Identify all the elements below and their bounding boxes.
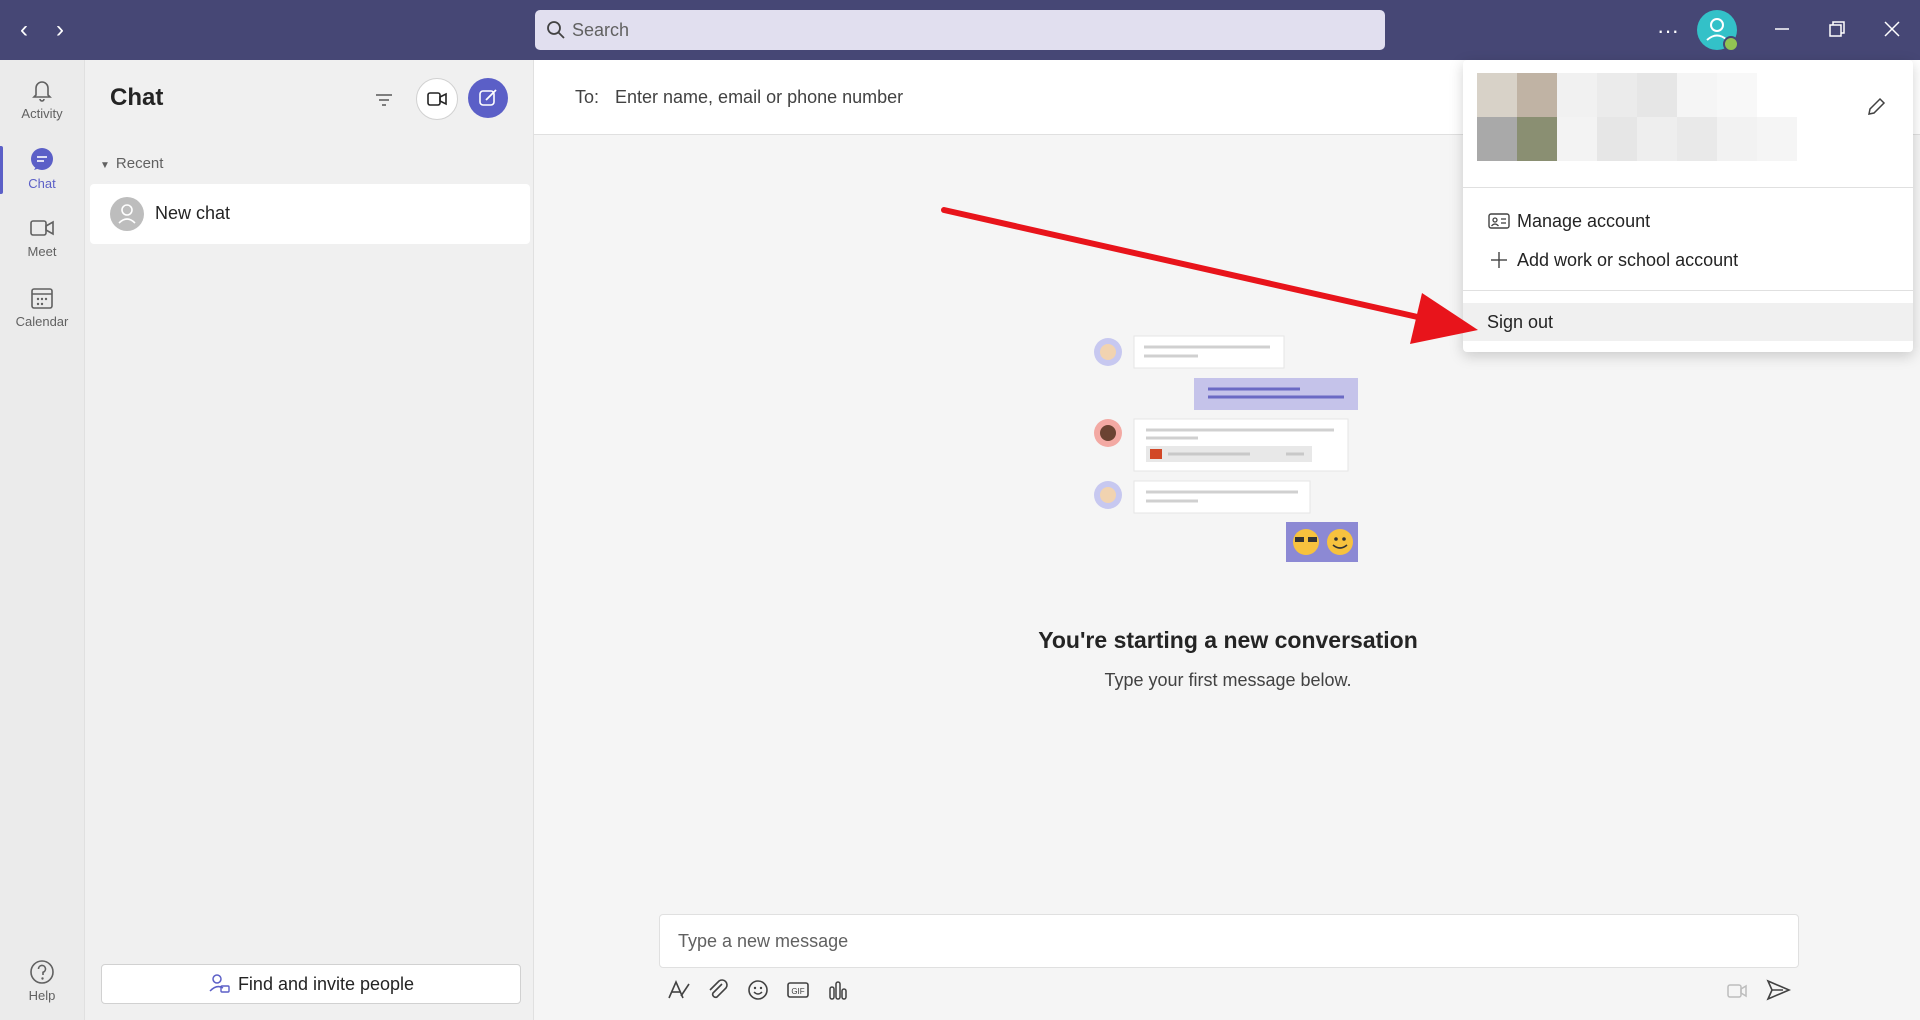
recent-section-label: Recent [115,155,164,172]
recipient-input[interactable]: Enter name, email or phone number [615,87,903,108]
calendar-icon [31,288,53,309]
chevron-down-icon: ▼ [100,160,110,171]
new-chat-row[interactable]: New chat [90,184,530,244]
restore-icon[interactable] [1820,14,1854,48]
account-profile-picture [1477,73,1817,161]
avatar [110,197,144,231]
add-account-item[interactable]: Add work or school account [1463,241,1913,279]
empty-state-title: You're starting a new conversation [1038,627,1418,653]
rail-label-meet: Meet [27,244,57,259]
find-invite-button[interactable]: Find and invite people [101,964,521,1004]
chat-icon [31,148,53,170]
manage-account-item[interactable]: Manage account [1463,202,1913,240]
gif-icon[interactable]: GIF [783,975,813,1005]
page-title: Chat [110,84,164,111]
manage-account-label: Manage account [1517,211,1651,231]
message-input[interactable]: Type a new message [659,914,1799,968]
empty-state-subtitle: Type your first message below. [1104,670,1352,690]
menu-divider [1463,290,1913,291]
attach-icon[interactable] [703,975,733,1005]
schedule-meeting-icon[interactable] [1722,975,1752,1005]
annotation-arrow [941,207,1478,344]
filter-icon[interactable] [370,86,398,114]
profile-avatar[interactable] [1697,10,1739,52]
forward-icon[interactable]: › [46,16,74,44]
poll-icon[interactable] [823,975,853,1005]
rail-label-chat: Chat [28,176,56,191]
find-invite-label: Find and invite people [237,974,415,994]
meet-now-button[interactable] [416,78,458,120]
plus-icon [1491,252,1507,268]
search-placeholder: Search [572,20,630,40]
svg-text:GIF: GIF [791,987,804,996]
rail-item-help[interactable]: Help [0,950,84,1014]
back-icon[interactable]: ‹ [10,16,38,44]
more-options-icon[interactable]: ··· [1651,14,1685,48]
emoji-icon[interactable] [743,975,773,1005]
rail-label-calendar: Calendar [15,314,69,329]
edit-profile-icon[interactable] [1863,94,1889,120]
search-icon [547,21,565,39]
recent-section[interactable]: ▼ Recent [100,155,163,172]
message-placeholder: Type a new message [678,931,849,951]
sign-out-item[interactable]: Sign out [1463,303,1913,341]
minimize-icon[interactable] [1765,14,1799,48]
app-rail: Activity Chat Meet Calendar Help [0,60,85,1020]
rail-item-calendar[interactable]: Calendar [0,276,84,340]
rail-item-activity[interactable]: Activity [0,68,84,132]
help-icon [30,960,54,984]
rail-item-chat[interactable]: Chat [0,138,84,202]
bell-icon [32,81,52,102]
send-icon[interactable] [1763,975,1793,1005]
status-available-icon [1723,36,1739,52]
new-chat-button[interactable] [468,78,508,118]
compose-icon [479,89,497,106]
video-camera-icon [30,220,54,236]
account-menu: Manage account Add work or school accoun… [1463,60,1913,352]
search-box[interactable]: Search [535,10,1385,50]
video-camera-icon [427,92,447,106]
rail-label-help: Help [28,988,56,1003]
invite-people-icon [209,974,230,993]
format-icon[interactable] [663,975,693,1005]
add-account-label: Add work or school account [1517,250,1739,270]
menu-divider [1463,187,1913,188]
new-chat-label: New chat [155,203,231,223]
contact-card-icon [1488,213,1510,229]
new-conversation-illustration [1094,335,1358,562]
close-icon[interactable] [1875,14,1909,48]
rail-item-meet[interactable]: Meet [0,206,84,270]
person-icon [118,204,136,224]
rail-label-activity: Activity [21,106,63,121]
to-label: To: [575,87,600,107]
sign-out-label: Sign out [1487,312,1554,332]
